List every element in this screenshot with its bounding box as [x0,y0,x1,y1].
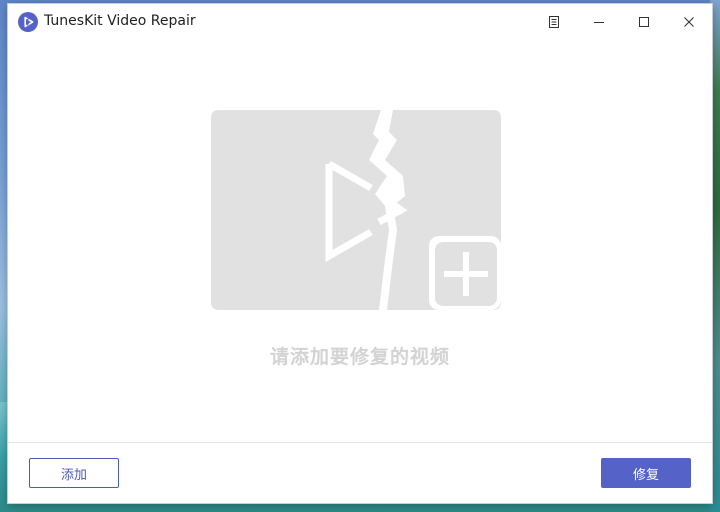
add-button[interactable]: 添加 [29,458,119,488]
maximize-button[interactable] [624,8,664,36]
close-icon [684,17,694,27]
repair-button[interactable]: 修复 [601,458,691,488]
menu-list-icon [549,16,559,28]
video-drop-zone[interactable] [211,110,501,310]
minimize-button[interactable] [579,8,619,36]
minimize-icon [594,22,604,23]
menu-button[interactable] [534,8,574,36]
tuneskit-logo-icon [18,12,38,32]
window-title: TunesKit Video Repair [44,13,196,29]
app-window: TunesKit Video Repair 请添加要修复的视频 添加 修复 [8,4,712,503]
maximize-icon [639,17,649,27]
add-video-hint: 请添加要修复的视频 [269,346,450,368]
title-bar[interactable]: TunesKit Video Repair [8,4,712,40]
close-button[interactable] [669,8,709,36]
footer-divider [8,442,712,443]
broken-video-add-icon [211,110,501,310]
